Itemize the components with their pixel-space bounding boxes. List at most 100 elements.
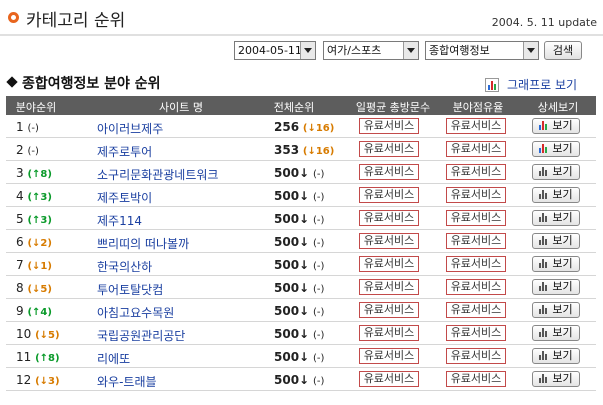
- share-paid-button[interactable]: 유료서비스: [446, 141, 506, 157]
- table-row: 8 (↓5) 투어토탈닷컴 500↓ (-) 유료서비스 유료서비스 보기: [6, 277, 596, 299]
- share-paid-button[interactable]: 유료서비스: [446, 279, 506, 295]
- share-paid-button[interactable]: 유료서비스: [446, 325, 506, 341]
- bar-chart-icon: [539, 327, 549, 337]
- rank-value: 5: [16, 212, 24, 226]
- table-header: 분야순위 사이트 명 전체순위 일평균 총방문수 분야점유율 상세보기: [6, 96, 596, 115]
- header-rank: 분야순위: [15, 101, 57, 114]
- rank-change: (-): [27, 146, 39, 157]
- rank-value: 2: [16, 143, 24, 157]
- site-link[interactable]: 제주114: [97, 212, 142, 229]
- view-label: 보기: [552, 142, 573, 155]
- total-rank-change: (-): [312, 192, 325, 203]
- visitors-paid-button[interactable]: 유료서비스: [359, 279, 419, 295]
- visitors-paid-button[interactable]: 유료서비스: [359, 371, 419, 387]
- view-detail-button[interactable]: 보기: [532, 325, 580, 341]
- subcategory-select[interactable]: 종합여행정보: [425, 41, 539, 60]
- bar-chart-icon: [539, 281, 549, 291]
- visitors-paid-button[interactable]: 유료서비스: [359, 325, 419, 341]
- rank-change: (↓2): [27, 238, 52, 249]
- site-link[interactable]: 제주토박이: [97, 189, 152, 206]
- total-rank-value: 500↓: [274, 350, 310, 364]
- search-button[interactable]: 검색: [544, 41, 582, 60]
- total-rank-value: 500↓: [274, 189, 310, 203]
- chevron-down-icon[interactable]: [300, 42, 315, 59]
- total-rank-cell: 256 (↓16): [274, 120, 334, 134]
- site-link[interactable]: 쁘리띠의 떠나볼까: [97, 235, 189, 252]
- chevron-down-icon[interactable]: [523, 42, 538, 59]
- bar-chart-icon: [539, 212, 549, 222]
- total-rank-value: 500↓: [274, 327, 310, 341]
- share-paid-button[interactable]: 유료서비스: [446, 371, 506, 387]
- table-row: 7 (↓1) 한국의산하 500↓ (-) 유료서비스 유료서비스 보기: [6, 254, 596, 276]
- site-link[interactable]: 제주로투어: [97, 143, 152, 160]
- section-title-text: 종합여행정보 분야 순위: [22, 76, 161, 92]
- view-detail-button[interactable]: 보기: [532, 210, 580, 226]
- site-link[interactable]: 국립공원관리공단: [97, 327, 185, 344]
- total-rank-cell: 500↓ (-): [274, 327, 324, 341]
- view-label: 보기: [552, 234, 573, 247]
- view-detail-button[interactable]: 보기: [532, 371, 580, 387]
- category-select-value: 여가/스포츠: [327, 44, 382, 57]
- site-link[interactable]: 한국의산하: [97, 258, 152, 275]
- share-paid-button[interactable]: 유료서비스: [446, 256, 506, 272]
- rank-value: 4: [16, 189, 24, 203]
- view-detail-button[interactable]: 보기: [532, 164, 580, 180]
- site-link[interactable]: 아이러브제주: [97, 120, 163, 137]
- visitors-paid-button[interactable]: 유료서비스: [359, 210, 419, 226]
- visitors-paid-button[interactable]: 유료서비스: [359, 118, 419, 134]
- view-detail-button[interactable]: 보기: [532, 302, 580, 318]
- site-link[interactable]: 와우-트래블: [97, 373, 157, 390]
- table-row: 2 (-) 제주로투어 353 (↓16) 유료서비스 유료서비스 보기: [6, 139, 596, 161]
- view-label: 보기: [552, 165, 573, 178]
- total-rank-value: 500↓: [274, 212, 310, 226]
- header-site: 사이트 명: [159, 101, 203, 114]
- total-rank-change: (-): [312, 284, 325, 295]
- view-detail-button[interactable]: 보기: [532, 279, 580, 295]
- table-row: 5 (↑3) 제주114 500↓ (-) 유료서비스 유료서비스 보기: [6, 208, 596, 230]
- share-paid-button[interactable]: 유료서비스: [446, 302, 506, 318]
- header-share: 분야점유율: [452, 101, 504, 114]
- bar-chart-icon: [539, 143, 549, 153]
- total-rank-value: 500↓: [274, 281, 310, 295]
- view-detail-button[interactable]: 보기: [532, 141, 580, 157]
- view-label: 보기: [552, 257, 573, 270]
- total-rank-cell: 500↓ (-): [274, 281, 324, 295]
- view-detail-button[interactable]: 보기: [532, 187, 580, 203]
- table-row: 4 (↑3) 제주토박이 500↓ (-) 유료서비스 유료서비스 보기: [6, 185, 596, 207]
- total-rank-cell: 500↓ (-): [274, 304, 324, 318]
- share-paid-button[interactable]: 유료서비스: [446, 210, 506, 226]
- site-link[interactable]: 아침고요수목원: [97, 304, 174, 321]
- category-select[interactable]: 여가/스포츠: [323, 41, 419, 60]
- visitors-paid-button[interactable]: 유료서비스: [359, 141, 419, 157]
- total-rank-value: 500↓: [274, 166, 310, 180]
- bar-chart-icon: [539, 120, 549, 130]
- visitors-paid-button[interactable]: 유료서비스: [359, 164, 419, 180]
- share-paid-button[interactable]: 유료서비스: [446, 118, 506, 134]
- share-paid-button[interactable]: 유료서비스: [446, 233, 506, 249]
- site-link[interactable]: 리에또: [97, 350, 130, 367]
- rank-cell: 2 (-): [16, 143, 39, 157]
- visitors-paid-button[interactable]: 유료서비스: [359, 256, 419, 272]
- view-label: 보기: [552, 326, 573, 339]
- chevron-down-icon[interactable]: [403, 42, 418, 59]
- view-detail-button[interactable]: 보기: [532, 233, 580, 249]
- page-header: 카테고리 순위 2004. 5. 11 update: [0, 0, 603, 36]
- share-paid-button[interactable]: 유료서비스: [446, 187, 506, 203]
- visitors-paid-button[interactable]: 유료서비스: [359, 348, 419, 364]
- total-rank-cell: 500↓ (-): [274, 235, 324, 249]
- visitors-paid-button[interactable]: 유료서비스: [359, 187, 419, 203]
- visitors-paid-button[interactable]: 유료서비스: [359, 302, 419, 318]
- share-paid-button[interactable]: 유료서비스: [446, 348, 506, 364]
- view-detail-button[interactable]: 보기: [532, 118, 580, 134]
- graph-view-link[interactable]: 그래프로 보기: [485, 76, 577, 93]
- site-link[interactable]: 소구리문화관광네트워크: [97, 166, 218, 183]
- total-rank-change: (-): [312, 261, 325, 272]
- visitors-paid-button[interactable]: 유료서비스: [359, 233, 419, 249]
- site-link[interactable]: 투어토탈닷컴: [97, 281, 163, 298]
- share-paid-button[interactable]: 유료서비스: [446, 164, 506, 180]
- view-detail-button[interactable]: 보기: [532, 348, 580, 364]
- rank-value: 11: [16, 350, 32, 364]
- view-detail-button[interactable]: 보기: [532, 256, 580, 272]
- table-row: 1 (-) 아이러브제주 256 (↓16) 유료서비스 유료서비스 보기: [6, 116, 596, 138]
- date-select[interactable]: 2004-05-11: [234, 41, 316, 60]
